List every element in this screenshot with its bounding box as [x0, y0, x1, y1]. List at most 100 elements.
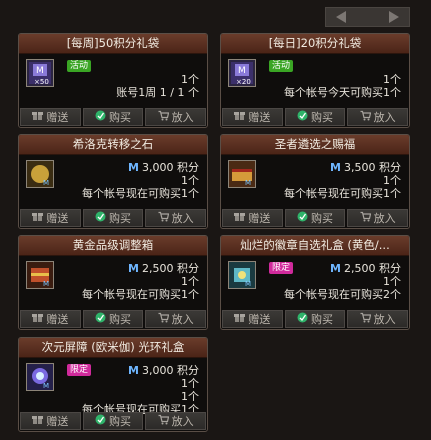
- buy-label: 购买: [109, 415, 131, 428]
- gift-icon: [32, 211, 44, 225]
- item-title: [每周]50积分礼袋: [19, 34, 207, 54]
- item-tag-badge: 限定: [67, 364, 92, 376]
- gift-button[interactable]: 赠送: [20, 108, 81, 126]
- svg-text:×20: ×20: [236, 78, 251, 86]
- buy-button[interactable]: 购买: [284, 209, 346, 227]
- shop-item-card[interactable]: 圣者遴选之赐福 M M 3,500 积分 1个 每个帐号现在可购买1个 赠送 购买…: [220, 134, 410, 229]
- gift-button[interactable]: 赠送: [20, 412, 81, 430]
- buy-button[interactable]: 购买: [82, 412, 144, 430]
- cart-icon: [360, 312, 371, 326]
- cart-icon: [158, 211, 169, 225]
- add-to-cart-button[interactable]: 放入: [347, 310, 409, 328]
- gift-label: 赠送: [46, 111, 69, 124]
- buy-label: 购买: [109, 212, 131, 225]
- buy-button[interactable]: 购买: [82, 209, 144, 227]
- buy-label: 购买: [311, 313, 333, 326]
- svg-text:M: M: [245, 179, 251, 187]
- point-currency-icon: M: [128, 161, 139, 174]
- cart-icon: [360, 110, 371, 124]
- shop-item-card[interactable]: [每日]20积分礼袋 M ×20 活动 1个 每个帐号今天可购买1个 赠送 购买…: [220, 33, 410, 128]
- gift-label: 赠送: [248, 111, 271, 124]
- shop-item-card[interactable]: [每周]50积分礼袋 M ×50 活动 1个 账号1周 1 / 1 个 赠送 购…: [18, 33, 208, 128]
- svg-text:M: M: [43, 179, 49, 187]
- cart-icon: [158, 414, 169, 428]
- gift-icon: [234, 110, 246, 124]
- add-to-cart-button[interactable]: 放入: [145, 412, 207, 430]
- gift-button[interactable]: 赠送: [222, 209, 283, 227]
- item-tag-badge: 活动: [67, 60, 92, 72]
- aura-box-icon[interactable]: M: [26, 363, 54, 391]
- gift-label: 赠送: [248, 212, 271, 225]
- svg-text:M: M: [43, 280, 49, 288]
- gift-icon: [32, 110, 44, 124]
- buy-icon: [95, 110, 106, 124]
- buy-button[interactable]: 购买: [82, 310, 144, 328]
- buy-label: 购买: [109, 111, 131, 124]
- point-currency-icon: M: [330, 262, 341, 275]
- stone-icon[interactable]: M: [26, 160, 54, 188]
- shop-item-card[interactable]: 次元屏障 (欧米伽) 光环礼盒 M 限定 M 3,000 积分 1个 1个 每个帐…: [18, 337, 208, 432]
- shop-item-card[interactable]: 希洛克转移之石 M M 3,000 积分 1个 每个帐号现在可购买1个 赠送 购买…: [18, 134, 208, 229]
- cart-label: 放入: [171, 212, 194, 225]
- gift-icon: [234, 312, 246, 326]
- gift-icon: [234, 211, 246, 225]
- add-to-cart-button[interactable]: 放入: [347, 209, 409, 227]
- cart-label: 放入: [373, 313, 396, 326]
- buy-label: 购买: [109, 313, 131, 326]
- point-currency-icon: M: [330, 161, 341, 174]
- svg-text:×50: ×50: [34, 78, 49, 86]
- shop-item-card[interactable]: 黄金品级调整箱 M M 2,500 积分 1个 每个帐号现在可购买1个 赠送 购买…: [18, 235, 208, 330]
- cart-label: 放入: [373, 111, 396, 124]
- arrow-left-icon[interactable]: [336, 11, 346, 23]
- gift-label: 赠送: [46, 212, 69, 225]
- buy-label: 购买: [311, 111, 333, 124]
- item-title: 黄金品级调整箱: [19, 236, 207, 256]
- gold-box-icon[interactable]: M: [26, 261, 54, 289]
- item-purchase-info: 每个帐号今天可购买1个: [284, 86, 401, 99]
- item-purchase-info: 账号1周 1 / 1 个: [116, 86, 199, 99]
- item-tag-badge: 限定: [269, 262, 294, 274]
- gift-button[interactable]: 赠送: [20, 310, 81, 328]
- add-to-cart-button[interactable]: 放入: [145, 209, 207, 227]
- buy-icon: [95, 211, 106, 225]
- blessing-icon[interactable]: M: [228, 160, 256, 188]
- cart-label: 放入: [171, 111, 194, 124]
- cart-label: 放入: [171, 415, 194, 428]
- buy-icon: [297, 110, 308, 124]
- shop-item-card[interactable]: 灿烂的徽章自选礼盒 (黄色/... M 限定 M 2,500 积分 1个 每个帐号…: [220, 235, 410, 330]
- gift-icon: [32, 414, 44, 428]
- cart-icon: [360, 211, 371, 225]
- add-to-cart-button[interactable]: 放入: [347, 108, 409, 126]
- buy-icon: [95, 312, 106, 326]
- svg-text:M: M: [43, 382, 49, 390]
- item-title: 圣者遴选之赐福: [221, 135, 409, 155]
- emblem-box-icon[interactable]: M: [228, 261, 256, 289]
- box-x20-icon[interactable]: M ×20: [228, 59, 256, 87]
- cart-icon: [158, 110, 169, 124]
- item-title: 次元屏障 (欧米伽) 光环礼盒: [19, 338, 207, 358]
- gift-button[interactable]: 赠送: [222, 108, 283, 126]
- buy-button[interactable]: 购买: [284, 108, 346, 126]
- add-to-cart-button[interactable]: 放入: [145, 310, 207, 328]
- gift-button[interactable]: 赠送: [222, 310, 283, 328]
- item-purchase-info: 每个帐号现在可购买1个: [82, 187, 199, 200]
- item-purchase-info: 每个帐号现在可购买1个: [284, 187, 401, 200]
- item-tag-badge: 活动: [269, 60, 294, 72]
- point-currency-icon: M: [128, 262, 139, 275]
- buy-button[interactable]: 购买: [82, 108, 144, 126]
- box-x50-icon[interactable]: M ×50: [26, 59, 54, 87]
- buy-button[interactable]: 购买: [284, 310, 346, 328]
- page-navigator: [325, 7, 410, 27]
- gift-label: 赠送: [46, 415, 69, 428]
- add-to-cart-button[interactable]: 放入: [145, 108, 207, 126]
- svg-text:M: M: [245, 280, 251, 288]
- point-currency-icon: M: [128, 364, 139, 377]
- item-title: 希洛克转移之石: [19, 135, 207, 155]
- buy-label: 购买: [311, 212, 333, 225]
- item-purchase-info: 每个帐号现在可购买2个: [284, 288, 401, 301]
- buy-icon: [297, 211, 308, 225]
- gift-button[interactable]: 赠送: [20, 209, 81, 227]
- arrow-right-icon[interactable]: [389, 11, 399, 23]
- item-purchase-info: 每个帐号现在可购买1个: [82, 288, 199, 301]
- cart-icon: [158, 312, 169, 326]
